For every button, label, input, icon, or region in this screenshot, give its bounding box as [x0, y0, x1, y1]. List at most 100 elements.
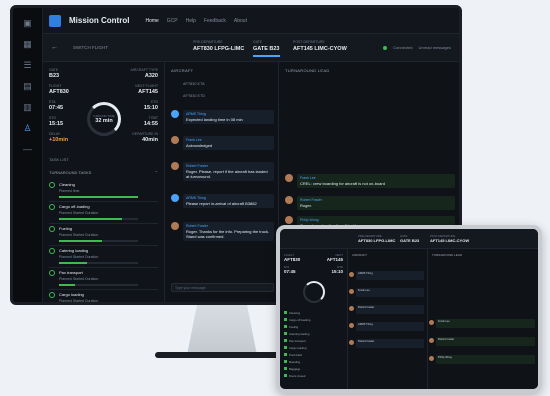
- chevron-up-icon[interactable]: ⌃: [155, 170, 158, 175]
- tablet-task-row[interactable]: Doors closed: [284, 374, 343, 378]
- calendar-icon[interactable]: ▤: [22, 80, 34, 92]
- unread-messages[interactable]: Unread messages: [419, 45, 451, 50]
- task-row[interactable]: Cargo loading Planned Started Duration: [49, 290, 158, 302]
- monitor-base: [155, 352, 290, 358]
- tablet-flight-bar: PRE-DEPARTURE AFT830 LFPG-LIMC GATE GATE B…: [280, 229, 538, 249]
- nav-help[interactable]: Help: [186, 18, 196, 24]
- nav-rail: ▣ ▦ ☰ ▤ ▥ ♙ —: [13, 8, 43, 302]
- nav-home[interactable]: Home: [145, 18, 158, 24]
- tablet-task-row[interactable]: Baggage: [284, 367, 343, 371]
- avatar: [171, 194, 179, 202]
- info-departure-in: DEPARTURE IN 40min: [132, 132, 158, 143]
- connected-dot-icon: [383, 45, 388, 50]
- more-icon[interactable]: —: [22, 143, 34, 155]
- tablet-segment-postdeparture[interactable]: POST-DEPARTURE AFT145 LIMC-CYOW: [430, 234, 469, 243]
- tablet-message-bubble: ARMS Thing: [349, 271, 424, 280]
- tablet-info-eta: ETA 07:45: [284, 265, 296, 274]
- tablet-task-row[interactable]: Cleaning: [284, 311, 343, 315]
- info-flight: FLIGHT AFT830: [49, 84, 69, 95]
- aircraft-line-eta: AFT830 ETA: [183, 82, 205, 86]
- tablet-task-name: Doors closed: [289, 374, 306, 378]
- list-icon[interactable]: ☰: [22, 59, 34, 71]
- tablet-segment-predeparture[interactable]: PRE-DEPARTURE AFT830 LFPG-LIMC: [358, 234, 395, 243]
- tablet-task-row[interactable]: Push back: [284, 353, 343, 357]
- message-text: Roger. Please, report if the aircraft ha…: [186, 169, 268, 179]
- home-icon[interactable]: ▣: [22, 17, 34, 29]
- tablet-task-name: Pax transport: [289, 339, 306, 343]
- tablet-message-text: ARMS Thing: [358, 323, 373, 326]
- tablet-task-row[interactable]: Pax transport: [284, 339, 343, 343]
- tablet-task-name: Catering loading: [289, 332, 310, 336]
- tablet-task-row[interactable]: Cargo off-loading: [284, 318, 343, 322]
- avatar: [171, 222, 179, 230]
- back-arrow-icon[interactable]: ←: [51, 44, 58, 51]
- tablet-task-row[interactable]: Fueling: [284, 325, 343, 329]
- task-check-icon[interactable]: [49, 226, 55, 232]
- tablet-task-row[interactable]: Boarding: [284, 360, 343, 364]
- tablet-message-bubble: Frank Lee: [349, 288, 424, 297]
- tablet-info-next: NEXT AFT145: [326, 253, 343, 262]
- message-sender: Frank Lee: [300, 176, 316, 180]
- tablet-device: PRE-DEPARTURE AFT830 LFPG-LIMC GATE GATE B…: [276, 225, 542, 393]
- info-gate: GATE B23: [49, 68, 60, 79]
- message-sender: ARMS Thing: [186, 112, 206, 116]
- task-meta: Planned Started Duration: [59, 211, 99, 215]
- tablet-turnaround-title: TURNAROUND LEAD: [432, 253, 463, 257]
- tablet-message-bubble: ARMS Thing: [349, 322, 424, 331]
- turnaround-heading[interactable]: TURNAROUND TASKS ⌃: [49, 170, 158, 175]
- grid-icon[interactable]: ▦: [22, 38, 34, 50]
- nav-about[interactable]: About: [234, 18, 247, 24]
- tablet-message-text: ARMS Thing: [358, 272, 373, 275]
- tablet-task-name: Fueling: [289, 325, 299, 329]
- turnaround-column-title: TURNAROUND LEAD: [285, 68, 330, 73]
- segment-gate[interactable]: GATE GATE B23: [253, 40, 280, 57]
- avatar: [171, 162, 179, 170]
- message-bubble: Frank Lee Acknowledged: [183, 136, 274, 150]
- task-name: Cleaning: [59, 182, 75, 187]
- segment-postdeparture[interactable]: POST-DEPARTURE AFT145 LIMC-CYOW: [293, 40, 347, 52]
- segment-predeparture[interactable]: PRE-DEPARTURE AFT830 LFPG-LIMC: [193, 40, 244, 52]
- task-row[interactable]: Pax transport Planned Started Duration: [49, 268, 158, 290]
- task-row[interactable]: Cleaning Planned time: [49, 180, 158, 202]
- message-sender: Frank Lee: [186, 138, 202, 142]
- message-bubble: ARMS Thing Expected landing time in 08 mi…: [183, 110, 274, 124]
- tablet-message-text: Robert Fowler: [438, 338, 455, 341]
- tablet-task-row[interactable]: Cargo loading: [284, 346, 343, 350]
- task-row[interactable]: Catering loading Planned Started Duration: [49, 246, 158, 268]
- task-meta: Planned Started Duration: [59, 277, 99, 281]
- message-bubble: Frank Lee CREL: crew boarding for aircraf…: [297, 174, 455, 188]
- task-check-icon[interactable]: [49, 182, 55, 188]
- tablet-message-bubble: Robert Fowler: [349, 339, 424, 348]
- top-bar: Mission Control Home GCP Help Feedback A…: [43, 8, 459, 34]
- nav-feedback[interactable]: Feedback: [204, 18, 226, 24]
- task-row[interactable]: Fueling Planned Started Duration: [49, 224, 158, 246]
- task-check-icon[interactable]: [49, 204, 55, 210]
- task-check-icon[interactable]: [49, 270, 55, 276]
- document-icon[interactable]: ▥: [22, 101, 34, 113]
- task-check-icon[interactable]: [49, 292, 55, 298]
- message-text: Roger.: [300, 203, 312, 208]
- tablet-ground-time-dial: [303, 281, 325, 303]
- info-aircraft-type: AIRCRAFT TYPE A320: [130, 68, 159, 79]
- person-icon[interactable]: ♙: [22, 122, 34, 134]
- task-check-icon[interactable]: [49, 248, 55, 254]
- tablet-message-bubble: Robert Fowler: [349, 305, 424, 314]
- task-meta: Planned time: [59, 189, 80, 193]
- tablet-task-row[interactable]: Catering loading: [284, 332, 343, 336]
- app-title: Mission Control: [69, 16, 130, 25]
- tablet-info-etd: ETD 15:10: [331, 265, 343, 274]
- tablet-message-bubble: Robert Fowler: [429, 337, 535, 346]
- task-meta: Planned Started Duration: [59, 255, 99, 259]
- avatar: [171, 136, 179, 144]
- tablet-segment-gate[interactable]: GATE GATE B23: [400, 234, 419, 243]
- message-bubble: Robert Fowler Roger.: [297, 196, 455, 210]
- message-composer[interactable]: Type your message: [171, 283, 274, 292]
- nav-gcp[interactable]: GCP: [167, 18, 178, 24]
- tablet-aircraft-title: AIRCRAFT: [352, 253, 367, 257]
- message-sender: Robert Fowler: [186, 224, 208, 228]
- task-row[interactable]: Cargo off-loading Planned Started Duratio…: [49, 202, 158, 224]
- flight-switcher[interactable]: SWITCH FLIGHT: [73, 45, 108, 50]
- tablet-task-name: Cleaning: [289, 311, 301, 315]
- task-name: Pax transport: [59, 270, 83, 275]
- message-bubble: Robert Fowler Roger. Thanks for the info.…: [183, 222, 274, 241]
